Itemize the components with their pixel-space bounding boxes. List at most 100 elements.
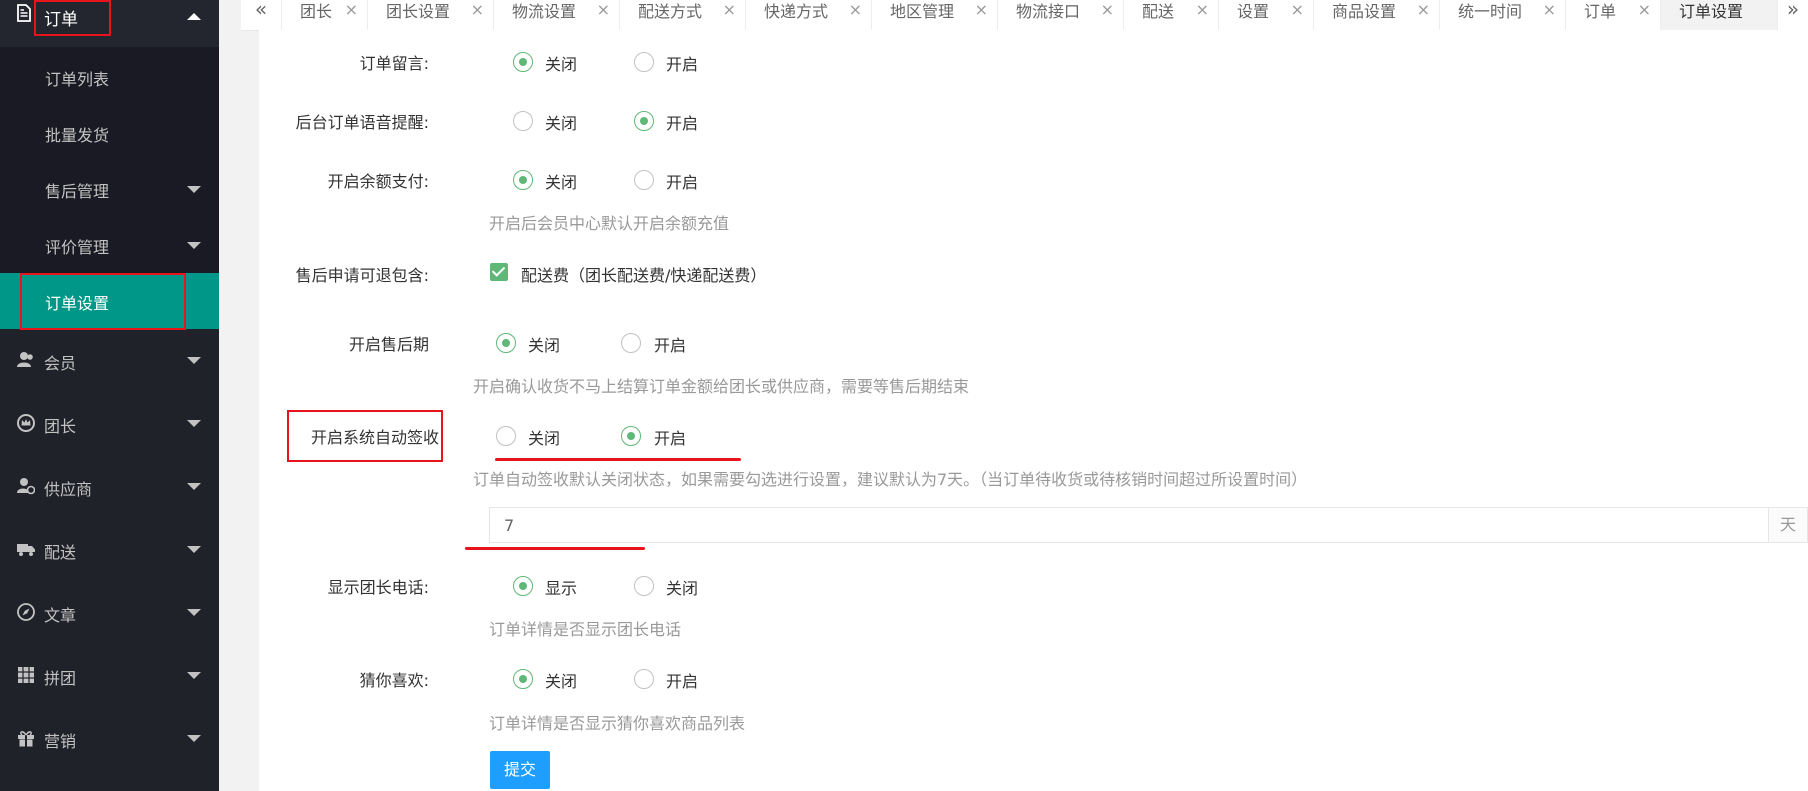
close-icon[interactable]: × [597, 0, 610, 19]
aftersale-period-on-radio[interactable] [621, 333, 641, 353]
close-icon[interactable]: × [1417, 0, 1430, 19]
aftersale-period-off-label[interactable]: 关闭 [528, 332, 560, 356]
supplier-icon [17, 478, 35, 495]
sidebar-item-marketing[interactable]: 营销 [0, 708, 219, 770]
tab-leader-settings[interactable]: 团长设置 × [368, 0, 494, 30]
tab-scroll-right-button[interactable]: » [1777, 0, 1808, 30]
order-message-off-label[interactable]: 关闭 [545, 51, 577, 75]
close-icon[interactable]: × [345, 0, 358, 19]
order-message-label: 订单留言: [359, 54, 429, 73]
sidebar-item-leaders[interactable]: 团长 [0, 393, 219, 455]
guess-like-off-radio[interactable] [513, 669, 533, 689]
order-settings-form: 订单留言: 关闭 开启 后台订单语音提醒: 关闭 开启 开启余额支付: 关闭 开… [259, 30, 1808, 791]
voice-alert-off-label[interactable]: 关闭 [545, 110, 577, 134]
auto-sign-on-label[interactable]: 开启 [654, 425, 686, 449]
aftersale-period-hint: 开启确认收货不马上结算订单金额给团长或供应商，需要等售后期结束 [473, 377, 970, 396]
chevron-down-icon [187, 483, 201, 490]
close-icon[interactable]: × [849, 0, 862, 19]
sidebar-item-batch-shipping[interactable]: 批量发货 [0, 105, 219, 161]
balance-pay-on-label[interactable]: 开启 [666, 169, 698, 193]
annotation-underline-auto-sign [495, 458, 741, 461]
chevron-down-icon [187, 546, 201, 553]
close-icon[interactable]: × [1291, 0, 1304, 19]
voice-alert-off-radio[interactable] [513, 111, 533, 131]
sidebar-item-reviews[interactable]: 评价管理 [0, 217, 219, 273]
sidebar-item-delivery[interactable]: 配送 [0, 519, 219, 581]
show-phone-label: 显示团长电话: [327, 578, 429, 597]
chevron-down-icon [187, 420, 201, 427]
sidebar-item-group-buy[interactable]: 拼团 [0, 645, 219, 707]
close-icon[interactable]: × [1196, 0, 1209, 19]
delivery-fee-checkbox[interactable] [490, 263, 508, 281]
chevron-down-icon [187, 357, 201, 364]
grid-icon [18, 667, 34, 683]
auto-sign-off-label[interactable]: 关闭 [528, 425, 560, 449]
show-phone-show-radio[interactable] [513, 576, 533, 596]
aftersale-period-on-label[interactable]: 开启 [654, 332, 686, 356]
sidebar-item-order-list[interactable]: 订单列表 [0, 49, 219, 105]
show-phone-hide-radio[interactable] [634, 576, 654, 596]
aftersale-refund-label: 售后申请可退包含: [295, 266, 429, 285]
tab-order-settings[interactable]: 订单设置 [1661, 0, 1779, 30]
order-message-on-label[interactable]: 开启 [666, 51, 698, 75]
truck-icon [17, 544, 35, 556]
tab-express-methods[interactable]: 快递方式 × [746, 0, 872, 30]
auto-sign-hint: 订单自动签收默认关闭状态，如果需要勾选进行设置，建议默认为7天。（当订单待收货或… [473, 470, 1308, 489]
aftersale-period-label: 开启售后期 [348, 335, 429, 354]
guess-like-on-radio[interactable] [634, 669, 654, 689]
delivery-fee-checkbox-label[interactable]: 配送费（团长配送费/快递配送费） [521, 262, 766, 286]
tab-unified-time[interactable]: 统一时间 × [1440, 0, 1566, 30]
chevron-down-icon [187, 186, 201, 193]
aftersale-period-off-radio[interactable] [496, 333, 516, 353]
tab-region-management[interactable]: 地区管理 × [872, 0, 998, 30]
auto-sign-days-input[interactable] [489, 507, 1769, 543]
balance-pay-off-label[interactable]: 关闭 [545, 169, 577, 193]
close-icon[interactable]: × [471, 0, 484, 19]
tab-logistics-api[interactable]: 物流接口 × [998, 0, 1124, 30]
auto-sign-on-radio[interactable] [621, 426, 641, 446]
close-icon[interactable]: × [975, 0, 988, 19]
annotation-underline-days [465, 547, 645, 550]
tab-orders[interactable]: 订单 × [1566, 0, 1661, 30]
show-phone-hint: 订单详情是否显示团长电话 [489, 620, 682, 639]
auto-sign-off-radio[interactable] [496, 426, 516, 446]
sidebar-item-members[interactable]: 会员 [0, 330, 219, 392]
compass-icon [17, 603, 35, 621]
sidebar-item-aftersale[interactable]: 售后管理 [0, 161, 219, 217]
user-icon [17, 352, 33, 367]
tab-delivery-methods[interactable]: 配送方式 × [620, 0, 746, 30]
show-phone-hide-label[interactable]: 关闭 [666, 575, 698, 599]
guess-like-off-label[interactable]: 关闭 [545, 668, 577, 692]
guess-like-label: 猜你喜欢: [359, 671, 429, 690]
submit-button[interactable]: 提交 [490, 751, 550, 789]
order-message-off-radio[interactable] [513, 52, 533, 72]
voice-alert-label: 后台订单语音提醒: [295, 113, 429, 132]
close-icon[interactable]: × [1543, 0, 1556, 19]
tab-leader[interactable]: 团长 × [282, 0, 368, 30]
crown-icon [17, 414, 35, 432]
close-icon[interactable]: × [1638, 0, 1651, 19]
nav-item-order[interactable]: 订单 [0, 0, 219, 47]
sidebar-item-articles[interactable]: 文章 [0, 582, 219, 644]
guess-like-on-label[interactable]: 开启 [666, 668, 698, 692]
tab-scroll-left-button[interactable]: « [241, 0, 282, 30]
balance-pay-off-radio[interactable] [513, 170, 533, 190]
chevron-down-icon [187, 242, 201, 249]
sidebar-item-suppliers[interactable]: 供应商 [0, 456, 219, 518]
close-icon[interactable]: × [1101, 0, 1114, 19]
voice-alert-on-radio[interactable] [634, 111, 654, 131]
tab-delivery[interactable]: 配送 × [1124, 0, 1219, 30]
nav-item-order-label: 订单 [44, 10, 78, 30]
balance-pay-on-radio[interactable] [634, 170, 654, 190]
tab-settings[interactable]: 设置 × [1219, 0, 1314, 30]
sidebar-item-order-settings[interactable]: 订单设置 [0, 273, 219, 329]
show-phone-show-label[interactable]: 显示 [545, 575, 577, 599]
tab-logistics-settings[interactable]: 物流设置 × [494, 0, 620, 30]
chevron-down-icon [187, 735, 201, 742]
sidebar: 订单 订单列表 批量发货 售后管理 评价管理 订单设置 会员 团长 供应商 配送… [0, 0, 219, 791]
order-message-on-radio[interactable] [634, 52, 654, 72]
close-icon[interactable]: × [723, 0, 736, 19]
balance-pay-label: 开启余额支付: [327, 172, 429, 191]
tab-product-settings[interactable]: 商品设置 × [1314, 0, 1440, 30]
voice-alert-on-label[interactable]: 开启 [666, 110, 698, 134]
